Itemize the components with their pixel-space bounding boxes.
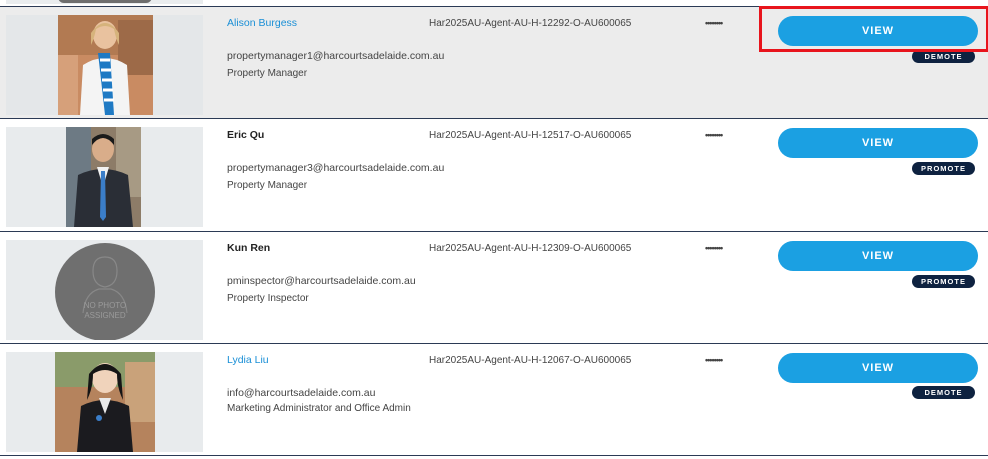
agent-role: Property Manager (227, 68, 308, 79)
demote-button[interactable]: DEMOTE (912, 386, 975, 399)
person-silhouette-icon (82, 256, 128, 314)
agent-code: Har2025AU-Agent-AU-H-12067-O-AU600065 (429, 355, 632, 366)
no-photo-text: NO PHOTO ASSIGNED (55, 301, 155, 321)
previous-photo-cell (6, 0, 203, 4)
agent-name: Kun Ren (227, 242, 271, 254)
agent-password-mask: •••••••• (705, 355, 723, 365)
agent-role: Property Inspector (227, 293, 309, 304)
promote-button[interactable]: PROMOTE (912, 275, 975, 288)
agent-photo (55, 352, 155, 452)
agent-photo-cell (6, 352, 203, 452)
agent-code: Har2025AU-Agent-AU-H-12309-O-AU600065 (429, 243, 632, 254)
view-button[interactable]: VIEW (778, 241, 978, 271)
agent-photo-cell (6, 15, 203, 115)
agent-photo (66, 127, 141, 227)
no-photo-line-2: ASSIGNED (84, 311, 126, 320)
view-button[interactable]: VIEW (778, 128, 978, 158)
agent-photo-cell: NO PHOTO ASSIGNED (6, 240, 203, 340)
agent-password-mask: •••••••• (705, 243, 723, 253)
agent-code: Har2025AU-Agent-AU-H-12517-O-AU600065 (429, 130, 632, 141)
bottom-divider (0, 455, 988, 456)
view-button[interactable]: VIEW (778, 16, 978, 46)
agent-password-mask: •••••••• (705, 130, 723, 140)
previous-avatar-edge (58, 0, 152, 3)
agent-name: Eric Qu (227, 129, 265, 141)
agent-photo-image (58, 15, 153, 115)
agent-role: Property Manager (227, 180, 308, 191)
agent-code: Har2025AU-Agent-AU-H-12292-O-AU600065 (429, 18, 632, 29)
promote-button[interactable]: PROMOTE (912, 162, 975, 175)
agent-row-eric-qu: Eric Qu Har2025AU-Agent-AU-H-12517-O-AU6… (0, 118, 988, 231)
demote-button[interactable]: DEMOTE (912, 50, 975, 63)
no-photo-line-1: NO PHOTO (83, 301, 127, 310)
agent-photo (58, 15, 153, 115)
agent-email: pminspector@harcourtsadelaide.com.au (227, 275, 416, 287)
agent-name-link[interactable]: Lydia Liu (227, 354, 269, 366)
agent-password-mask: •••••••• (705, 18, 723, 28)
agent-email: propertymanager1@harcourtsadelaide.com.a… (227, 50, 445, 62)
agent-row-lydia-liu: Lydia Liu Har2025AU-Agent-AU-H-12067-O-A… (0, 343, 988, 459)
no-photo-placeholder: NO PHOTO ASSIGNED (55, 243, 155, 340)
agent-email: info@harcourtsadelaide.com.au (227, 387, 376, 399)
agent-role: Marketing Administrator and Office Admin (227, 403, 411, 414)
view-button[interactable]: VIEW (778, 353, 978, 383)
agent-row-alison-burgess: Alison Burgess Har2025AU-Agent-AU-H-1229… (0, 6, 988, 118)
agent-photo-image (66, 127, 141, 227)
agent-name-link[interactable]: Alison Burgess (227, 17, 297, 29)
agent-row-kun-ren: NO PHOTO ASSIGNED Kun Ren Har2025AU-Agen… (0, 231, 988, 343)
agent-photo-cell (6, 127, 203, 227)
agent-photo-image (55, 352, 155, 452)
agent-email: propertymanager3@harcourtsadelaide.com.a… (227, 162, 445, 174)
